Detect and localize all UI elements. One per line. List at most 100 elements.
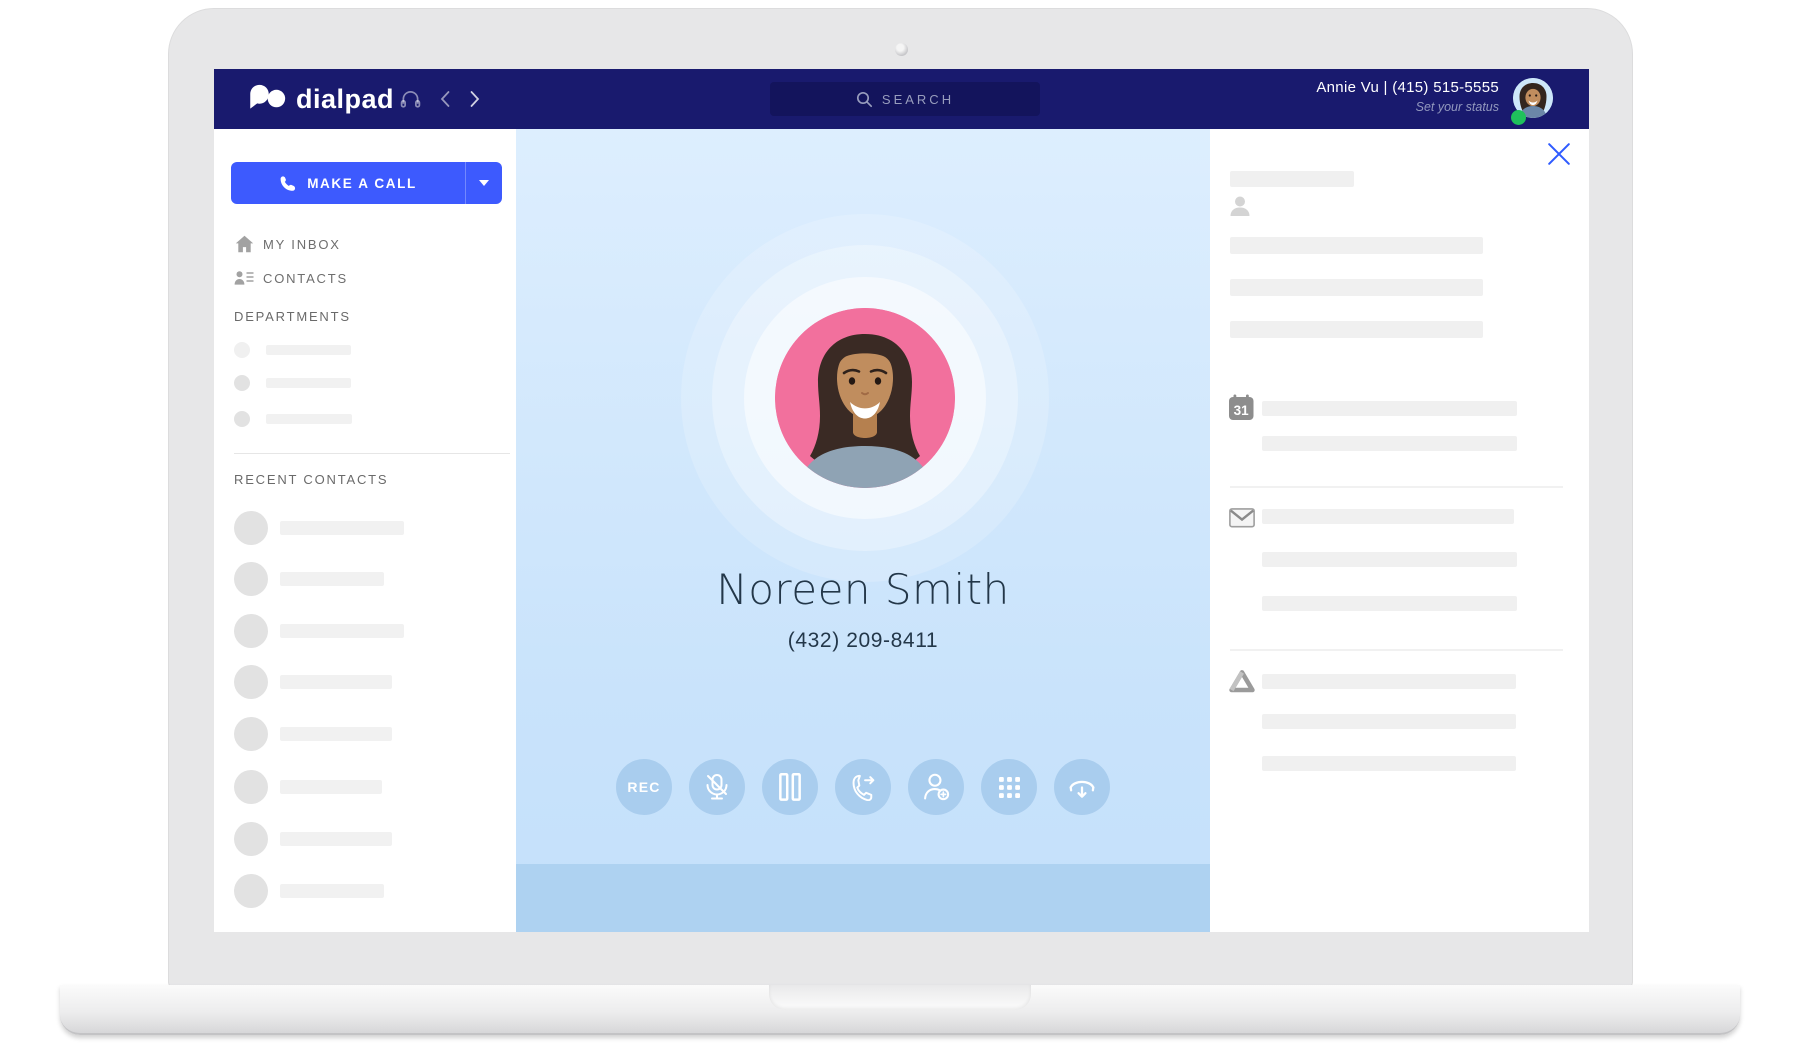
contact-skeleton-bar xyxy=(280,572,384,586)
phone-hangup-icon xyxy=(1068,775,1096,800)
mute-button[interactable] xyxy=(689,759,745,815)
user-display-name: Annie Vu | (415) 515-5555 xyxy=(1316,79,1499,96)
make-a-call-button[interactable]: MAKE A CALL xyxy=(231,162,502,204)
laptop-mockup: dialpad xyxy=(0,0,1800,1056)
contact-number: (432) 209-8411 xyxy=(516,629,1210,653)
laptop-bezel: dialpad xyxy=(168,8,1633,988)
set-status-link[interactable]: Set your status xyxy=(1316,100,1499,114)
make-a-call-dropdown-toggle[interactable] xyxy=(465,162,502,204)
person-icon xyxy=(1229,195,1251,222)
contact-skeleton-avatar xyxy=(234,717,268,751)
dialpad-logo-icon xyxy=(248,83,286,115)
sidebar-divider xyxy=(234,453,510,454)
sidebar-item-contacts[interactable]: CONTACTS xyxy=(214,263,516,293)
search-input[interactable]: SEARCH xyxy=(770,82,1040,116)
close-icon xyxy=(1547,142,1573,166)
contact-skeleton-bar xyxy=(280,624,404,638)
phone-forward-icon xyxy=(850,774,877,801)
laptop-base-notch xyxy=(769,985,1031,1010)
department-skeleton-bar xyxy=(266,378,351,388)
gmail-skeleton-bar xyxy=(1262,509,1514,524)
contact-skeleton-avatar xyxy=(234,874,268,908)
gmail-skeleton-bar xyxy=(1262,552,1517,567)
context-divider xyxy=(1230,486,1563,488)
user-status-block[interactable]: Annie Vu | (415) 515-5555 Set your statu… xyxy=(1316,79,1499,114)
contact-skeleton-avatar xyxy=(234,770,268,804)
make-a-call-label: MAKE A CALL xyxy=(307,176,417,191)
context-skeleton-bar xyxy=(1230,321,1483,338)
department-skeleton-avatar xyxy=(234,411,250,427)
end-call-button[interactable] xyxy=(1054,759,1110,815)
departments-header: DEPARTMENTS xyxy=(234,309,351,324)
my-inbox-label: MY INBOX xyxy=(263,237,341,252)
close-panel-button[interactable] xyxy=(1547,141,1573,167)
drive-skeleton-bar xyxy=(1262,714,1516,729)
gmail-skeleton-bar xyxy=(1262,596,1517,611)
sidebar: MAKE A CALL MY INBOX xyxy=(214,129,516,932)
calendar-skeleton-bar xyxy=(1262,436,1517,451)
contact-skeleton-bar xyxy=(280,521,404,535)
contacts-label: CONTACTS xyxy=(263,271,348,286)
drive-skeleton-bar xyxy=(1262,674,1516,689)
pause-icon xyxy=(779,773,801,801)
contact-skeleton-bar xyxy=(280,884,384,898)
laptop-camera-dot xyxy=(895,43,908,56)
presence-available-dot xyxy=(1511,110,1526,125)
dialpad-app-window: dialpad xyxy=(214,69,1589,932)
contact-name: Noreen Smith xyxy=(516,565,1210,614)
active-call-panel: Noreen Smith (432) 209-8411 REC xyxy=(516,129,1210,932)
contact-skeleton-bar xyxy=(280,675,392,689)
transfer-call-button[interactable] xyxy=(835,759,891,815)
record-label: REC xyxy=(627,779,660,795)
search-icon xyxy=(856,91,873,108)
department-skeleton-bar xyxy=(266,345,351,355)
dialpad-logo: dialpad xyxy=(248,69,394,129)
chevron-left-icon[interactable] xyxy=(439,90,451,108)
chevron-right-icon[interactable] xyxy=(469,90,481,108)
user-avatar[interactable] xyxy=(1513,78,1553,118)
hold-button[interactable] xyxy=(762,759,818,815)
person-add-icon xyxy=(923,773,950,801)
contact-skeleton-bar xyxy=(280,780,382,794)
topbar-nav xyxy=(400,69,481,129)
laptop-base xyxy=(60,985,1740,1035)
chevron-down-icon xyxy=(479,180,489,186)
microphone-muted-icon xyxy=(703,773,731,801)
topbar: dialpad xyxy=(214,69,1589,129)
dialpad-logo-text: dialpad xyxy=(296,84,394,115)
contact-skeleton-avatar xyxy=(234,511,268,545)
contact-skeleton-bar xyxy=(280,832,392,846)
calendar-skeleton-bar xyxy=(1262,401,1517,416)
contact-skeleton-avatar xyxy=(234,822,268,856)
drive-skeleton-bar xyxy=(1262,756,1516,771)
context-title-skeleton xyxy=(1230,171,1354,187)
context-panel: 31 xyxy=(1210,129,1589,932)
svg-text:31: 31 xyxy=(1234,403,1250,418)
context-divider xyxy=(1230,649,1563,651)
call-controls: REC xyxy=(616,759,1110,815)
department-skeleton-avatar xyxy=(234,375,250,391)
recent-contacts-header: RECENT CONTACTS xyxy=(234,472,388,487)
search-placeholder: SEARCH xyxy=(882,92,954,107)
call-panel-bottom-strip xyxy=(516,864,1210,932)
make-a-call-main[interactable]: MAKE A CALL xyxy=(231,162,465,204)
context-skeleton-bar xyxy=(1230,237,1483,254)
context-skeleton-bar xyxy=(1230,279,1483,296)
gmail-icon xyxy=(1229,508,1255,533)
record-button[interactable]: REC xyxy=(616,759,672,815)
keypad-icon xyxy=(999,777,1020,798)
department-skeleton-avatar xyxy=(234,342,250,358)
google-calendar-icon: 31 xyxy=(1228,394,1255,426)
department-skeleton-bar xyxy=(266,414,352,424)
contact-skeleton-avatar xyxy=(234,562,268,596)
contact-skeleton-bar xyxy=(280,727,392,741)
phone-icon xyxy=(279,175,296,192)
contact-skeleton-avatar xyxy=(234,665,268,699)
contact-avatar xyxy=(775,308,955,488)
contact-skeleton-avatar xyxy=(234,614,268,648)
sidebar-item-my-inbox[interactable]: MY INBOX xyxy=(214,229,516,259)
add-participant-button[interactable] xyxy=(908,759,964,815)
keypad-button[interactable] xyxy=(981,759,1037,815)
google-drive-icon xyxy=(1229,669,1255,698)
headset-icon[interactable] xyxy=(400,89,421,109)
